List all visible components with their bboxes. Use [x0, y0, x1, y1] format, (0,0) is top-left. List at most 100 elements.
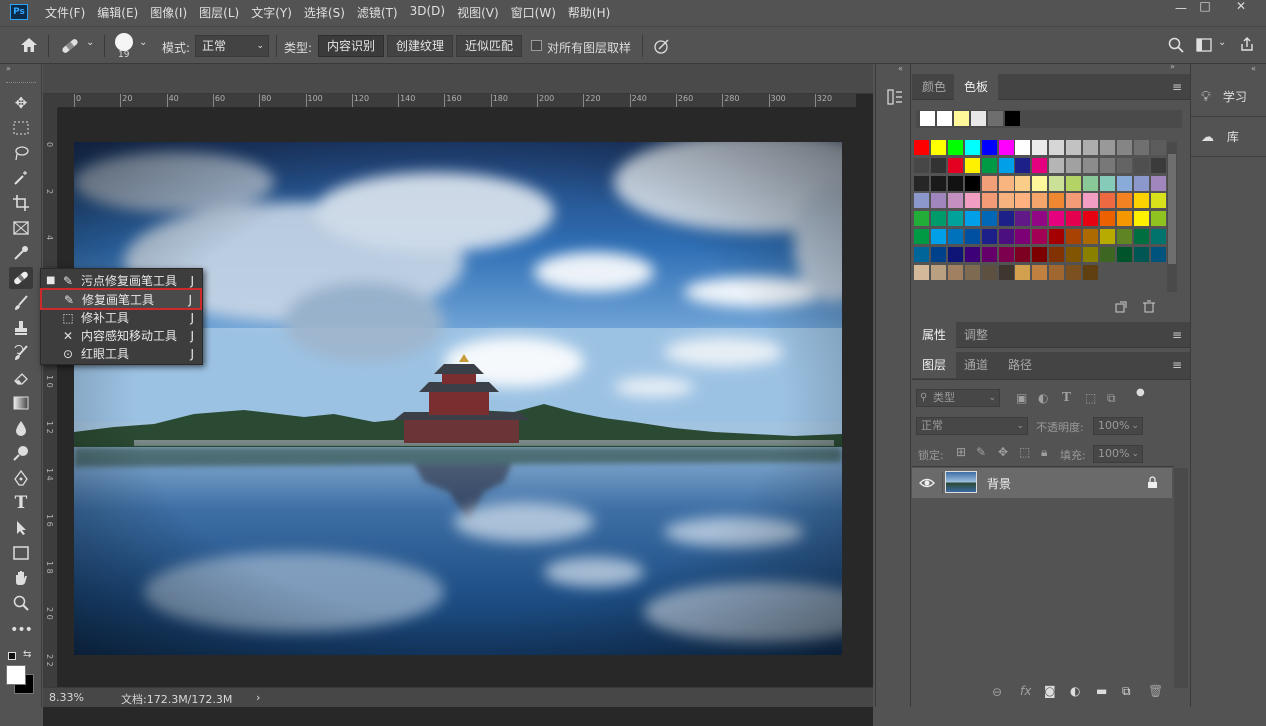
swatch[interactable] [1099, 246, 1115, 262]
swatch[interactable] [1133, 229, 1149, 244]
swatch[interactable] [1066, 193, 1082, 209]
swatch[interactable] [930, 140, 946, 155]
swatch[interactable] [1099, 211, 1115, 227]
menu-item[interactable]: 窗口(W) [511, 4, 556, 21]
tab-channels[interactable]: 通道 [954, 352, 998, 378]
swatch[interactable] [914, 140, 929, 155]
swatch[interactable] [1032, 246, 1048, 262]
mode-select[interactable]: 正常 ⌄ [195, 35, 269, 57]
menu-item[interactable]: 滤镜(T) [357, 4, 398, 21]
swatch[interactable] [914, 264, 929, 280]
swatch[interactable] [930, 264, 946, 280]
learn-panel-button[interactable]: 💡︎ 学习 [1201, 86, 1247, 108]
swatch[interactable] [981, 140, 997, 155]
type-proximity-match-button[interactable]: 近似匹配 [456, 35, 523, 57]
brush-tool-icon[interactable] [9, 292, 33, 314]
swatch[interactable] [1099, 175, 1115, 191]
canvas-image[interactable] [74, 142, 842, 655]
lock-artboard-icon[interactable]: ⬚ [1019, 445, 1030, 459]
swatch[interactable] [964, 246, 980, 262]
magic-wand-tool-icon[interactable] [9, 167, 33, 189]
chevron-down-icon[interactable]: ⌄ [86, 37, 94, 48]
swatch[interactable] [1099, 229, 1115, 244]
swatch[interactable] [1032, 211, 1048, 227]
swatch[interactable] [1032, 264, 1048, 280]
filter-type-icon[interactable]: T [1062, 390, 1071, 404]
swatch[interactable] [1015, 211, 1031, 227]
menu-item[interactable]: 帮助(H) [568, 4, 610, 21]
tab-swatches[interactable]: 色板 [954, 74, 999, 100]
swatch[interactable] [1066, 211, 1082, 227]
recent-swatch[interactable] [920, 111, 935, 126]
filter-shape-icon[interactable]: ⬚ [1085, 391, 1096, 405]
dodge-tool-icon[interactable] [9, 442, 33, 464]
default-colors-icon[interactable] [8, 652, 16, 660]
lock-image-icon[interactable]: ✎ [976, 445, 986, 459]
clone-stamp-tool-icon[interactable] [9, 317, 33, 339]
swatch[interactable] [1116, 229, 1132, 244]
swatch[interactable] [914, 175, 929, 191]
close-button[interactable]: ✕ [1224, 0, 1258, 14]
layer-mask-icon[interactable]: ◙ [1044, 684, 1056, 698]
swatch[interactable] [964, 264, 980, 280]
history-brush-tool-icon[interactable] [9, 342, 33, 364]
filter-toggle-icon[interactable]: ● [1136, 387, 1145, 398]
libraries-panel-button[interactable]: ☁ 库 [1201, 126, 1239, 148]
swatch[interactable] [1150, 140, 1166, 155]
swatch[interactable] [1099, 140, 1115, 155]
type-tool-icon[interactable]: T [9, 492, 33, 514]
swatch[interactable] [914, 157, 929, 173]
swatch[interactable] [998, 246, 1014, 262]
swatch[interactable] [1015, 157, 1031, 173]
swatch[interactable] [1066, 229, 1082, 244]
swatch[interactable] [930, 175, 946, 191]
group-folder-icon[interactable]: ▬ [1096, 684, 1107, 698]
flyout-item-healing-brush[interactable]: ✎ 修复画笔工具 J [40, 288, 202, 310]
swatch[interactable] [947, 140, 963, 155]
swatch[interactable] [1066, 264, 1082, 280]
swatch[interactable] [1049, 175, 1065, 191]
link-layers-icon[interactable]: ⊖ [992, 685, 1002, 699]
swatch[interactable] [998, 193, 1014, 209]
layer-lock-icon[interactable] [1147, 476, 1158, 489]
swatch[interactable] [1066, 175, 1082, 191]
zoom-level[interactable]: 8.33% [49, 691, 84, 704]
swatch[interactable] [914, 229, 929, 244]
type-content-aware-button[interactable]: 内容识别 [318, 35, 385, 57]
status-menu-arrow-icon[interactable]: › [256, 691, 260, 704]
swatch[interactable] [998, 140, 1014, 155]
swatch[interactable] [1083, 246, 1098, 262]
panel-menu-icon[interactable]: ≡ [1172, 80, 1182, 94]
layers-scrollbar[interactable] [1174, 468, 1188, 688]
swatch[interactable] [947, 246, 963, 262]
new-layer-icon[interactable]: ⧉ [1122, 684, 1131, 699]
lasso-tool-icon[interactable] [9, 142, 33, 164]
maximize-button[interactable]: □ [1188, 0, 1222, 14]
marquee-tool-icon[interactable] [9, 117, 33, 139]
swatch[interactable] [1116, 211, 1132, 227]
swatch[interactable] [947, 157, 963, 173]
zoom-tool-icon[interactable] [9, 592, 33, 614]
lock-all-icon[interactable]: 🔒︎ [1041, 445, 1047, 460]
swatch[interactable] [1116, 175, 1132, 191]
swatch[interactable] [1015, 140, 1031, 155]
swatch[interactable] [1066, 140, 1082, 155]
expand-panel-icon[interactable]: » [1170, 62, 1175, 71]
filter-smart-object-icon[interactable]: ⧉ [1107, 391, 1116, 406]
collapse-dock-icon[interactable]: « [1251, 64, 1256, 73]
swatch[interactable] [1049, 246, 1065, 262]
swatch[interactable] [1083, 157, 1098, 173]
swatch[interactable] [1066, 246, 1082, 262]
swatch[interactable] [1150, 246, 1166, 262]
foreground-color-swatch[interactable] [6, 665, 26, 685]
opacity-input[interactable]: 100% ⌄ [1093, 417, 1143, 435]
swatch[interactable] [914, 211, 929, 227]
recent-swatch[interactable] [971, 111, 986, 126]
tab-properties[interactable]: 属性 [912, 322, 957, 348]
pen-tool-icon[interactable] [9, 467, 33, 489]
share-icon[interactable] [1239, 36, 1255, 52]
eraser-tool-icon[interactable] [9, 367, 33, 389]
swatch[interactable] [1032, 175, 1048, 191]
eyedropper-tool-icon[interactable] [9, 242, 33, 264]
delete-layer-icon[interactable]: 🗑︎ [1148, 684, 1163, 698]
